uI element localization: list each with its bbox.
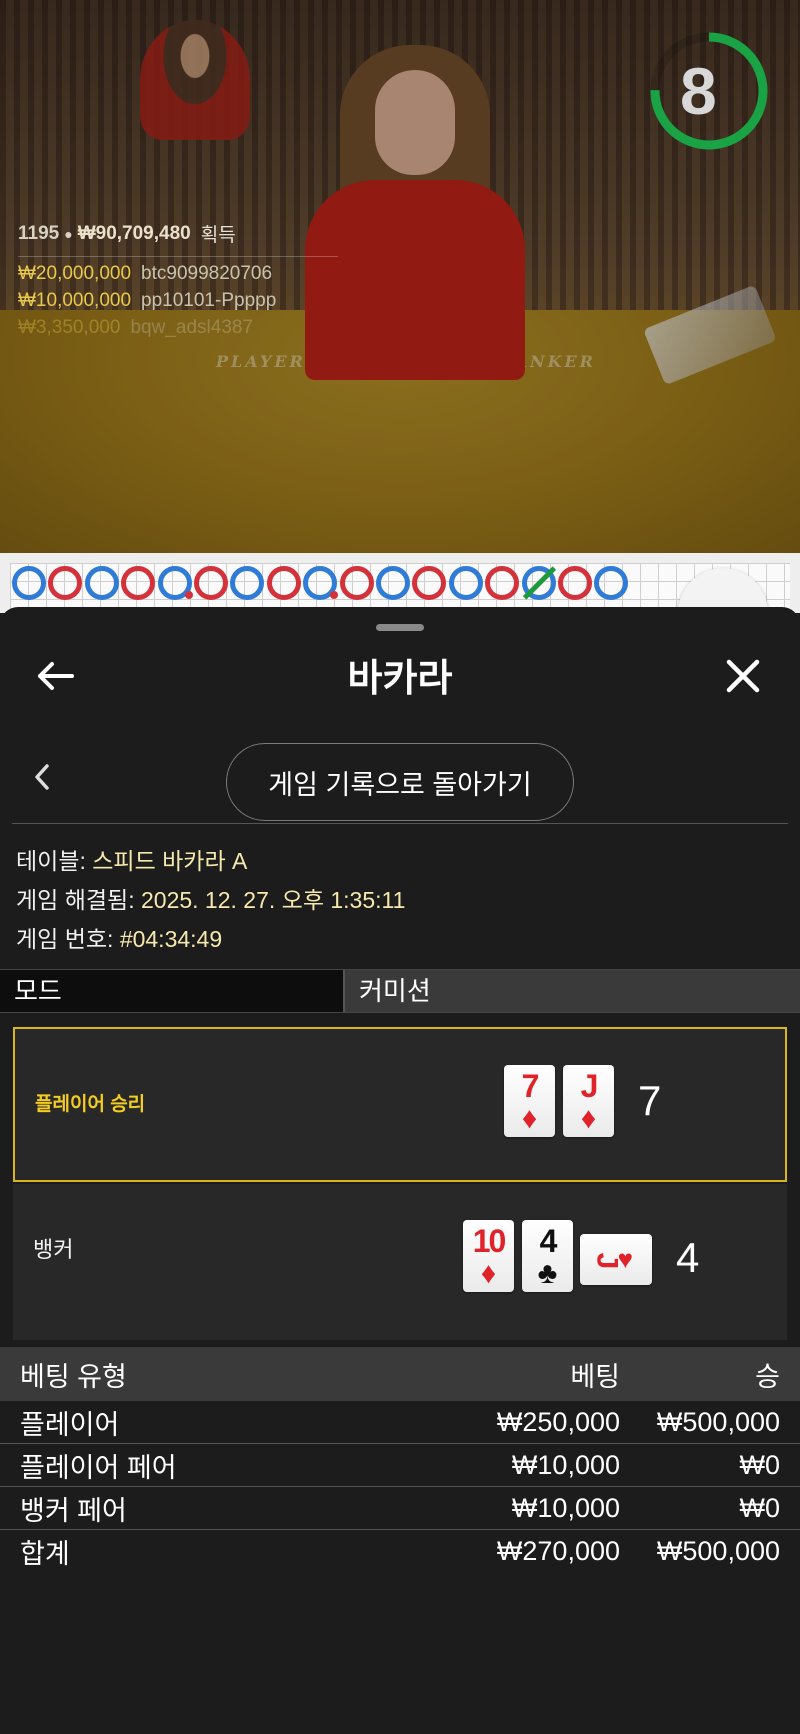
banker-marker: [194, 566, 228, 600]
previous-button[interactable]: [22, 752, 62, 802]
banker-marker: [485, 566, 520, 600]
player-result-label: 플레이어 승리: [35, 1094, 146, 1115]
header-bet-type: 베팅 유형: [20, 1361, 127, 1392]
winners-total: ₩90,709,480: [77, 222, 191, 244]
winner-row: ₩20,000,000 btc9099820706: [18, 263, 273, 284]
banker-result-label: 뱅커: [33, 1237, 74, 1262]
bets-header: 베팅 유형 베팅 승: [0, 1347, 800, 1401]
player-marker: [84, 566, 119, 600]
playing-card: 4 ♣: [522, 1220, 573, 1292]
banker-marker: [121, 566, 156, 600]
header-win: 승: [755, 1361, 780, 1392]
player-marker: [12, 566, 46, 600]
winners-label: 획득: [200, 225, 236, 246]
player-marker: [303, 566, 339, 600]
sheet-title: 바카라: [347, 658, 453, 700]
arrow-left-icon: [38, 662, 74, 690]
table-value: 스피드 바카라 A: [92, 848, 248, 874]
close-button[interactable]: [718, 651, 768, 701]
person-icon: ●: [64, 225, 73, 242]
divider: [12, 823, 788, 824]
playing-card: J ♦: [563, 1065, 614, 1137]
winner-row: ₩10,000,000 pp10101-Ppppp: [18, 290, 277, 311]
table-row: 플레이어 페어 ₩10,000 ₩0: [0, 1444, 800, 1487]
winner-row: ₩3,350,000 bqw_adsl4387: [18, 317, 254, 338]
resolved-key: 게임 해결됨:: [16, 887, 135, 913]
total-row: 합계 ₩270,000 ₩500,000: [20, 1536, 780, 1569]
winners-panel: 1195 ● ₩90,709,480 획득 ₩20,000,000 btc9099…: [18, 220, 338, 344]
player-score: 7: [638, 1077, 662, 1124]
playing-card: 10 ♦: [463, 1220, 514, 1292]
live-video: PLAYER BANKER 8 1195 ● ₩90,709,480 획득 ₩2…: [0, 0, 800, 555]
bets-table: 베팅 유형 베팅 승 플레이어 ₩250,000 ₩500,000 플레이어 페…: [0, 1347, 800, 1573]
bet-timer: 8: [648, 30, 770, 152]
resolved-value: 2025. 12. 27. 오후 1:35:11: [140, 887, 406, 913]
chevron-left-icon: [35, 764, 49, 790]
tie-marker: [521, 566, 556, 600]
back-button[interactable]: [30, 651, 80, 701]
game-detail-sheet: 바카라 게임 기록으로 돌아가기 테이블: 스피드 바카라 A 게임 해결됨: …: [0, 607, 800, 1734]
close-icon: [726, 659, 760, 693]
player-result: 플레이어 승리 7 ♦ J ♦ 7: [13, 1027, 787, 1182]
back-to-history-button[interactable]: 게임 기록으로 돌아가기: [226, 743, 574, 821]
banker-marker: [266, 566, 301, 600]
player-marker: [448, 566, 483, 600]
mode-bar: 모드 커미션: [0, 969, 800, 1013]
mode-label: 모드: [0, 970, 345, 1012]
winners-divider: [18, 256, 338, 257]
history-nav: 게임 기록으로 돌아가기: [0, 737, 800, 821]
table-row: 뱅커 페어 ₩10,000 ₩0: [0, 1487, 800, 1530]
playing-card: 7 ♦: [504, 1065, 555, 1137]
timer-value: 8: [680, 54, 717, 128]
sheet-drag-handle[interactable]: [376, 624, 424, 631]
header-bet: 베팅: [570, 1361, 620, 1392]
banker-result: 뱅커 10 ♦ 4 ♣ J♥ 4: [13, 1184, 787, 1340]
playing-card-sideways: J♥: [580, 1234, 652, 1285]
game-info: 테이블: 스피드 바카라 A 게임 해결됨: 2025. 12. 27. 오후 …: [16, 842, 405, 959]
table-key: 테이블:: [16, 848, 86, 874]
player-marker: [376, 566, 410, 600]
banker-score: 4: [676, 1234, 700, 1281]
game-number-value: #04:34:49: [119, 926, 223, 952]
player-marker: [157, 566, 193, 600]
banker-marker: [558, 566, 592, 600]
banker-marker: [339, 566, 374, 600]
winners-count: 1195: [18, 222, 60, 244]
table-row: 플레이어 ₩250,000 ₩500,000: [0, 1401, 800, 1444]
mode-value: 커미션: [345, 970, 800, 1012]
game-number-key: 게임 번호:: [16, 926, 114, 952]
sheet-header: 바카라: [0, 637, 800, 721]
